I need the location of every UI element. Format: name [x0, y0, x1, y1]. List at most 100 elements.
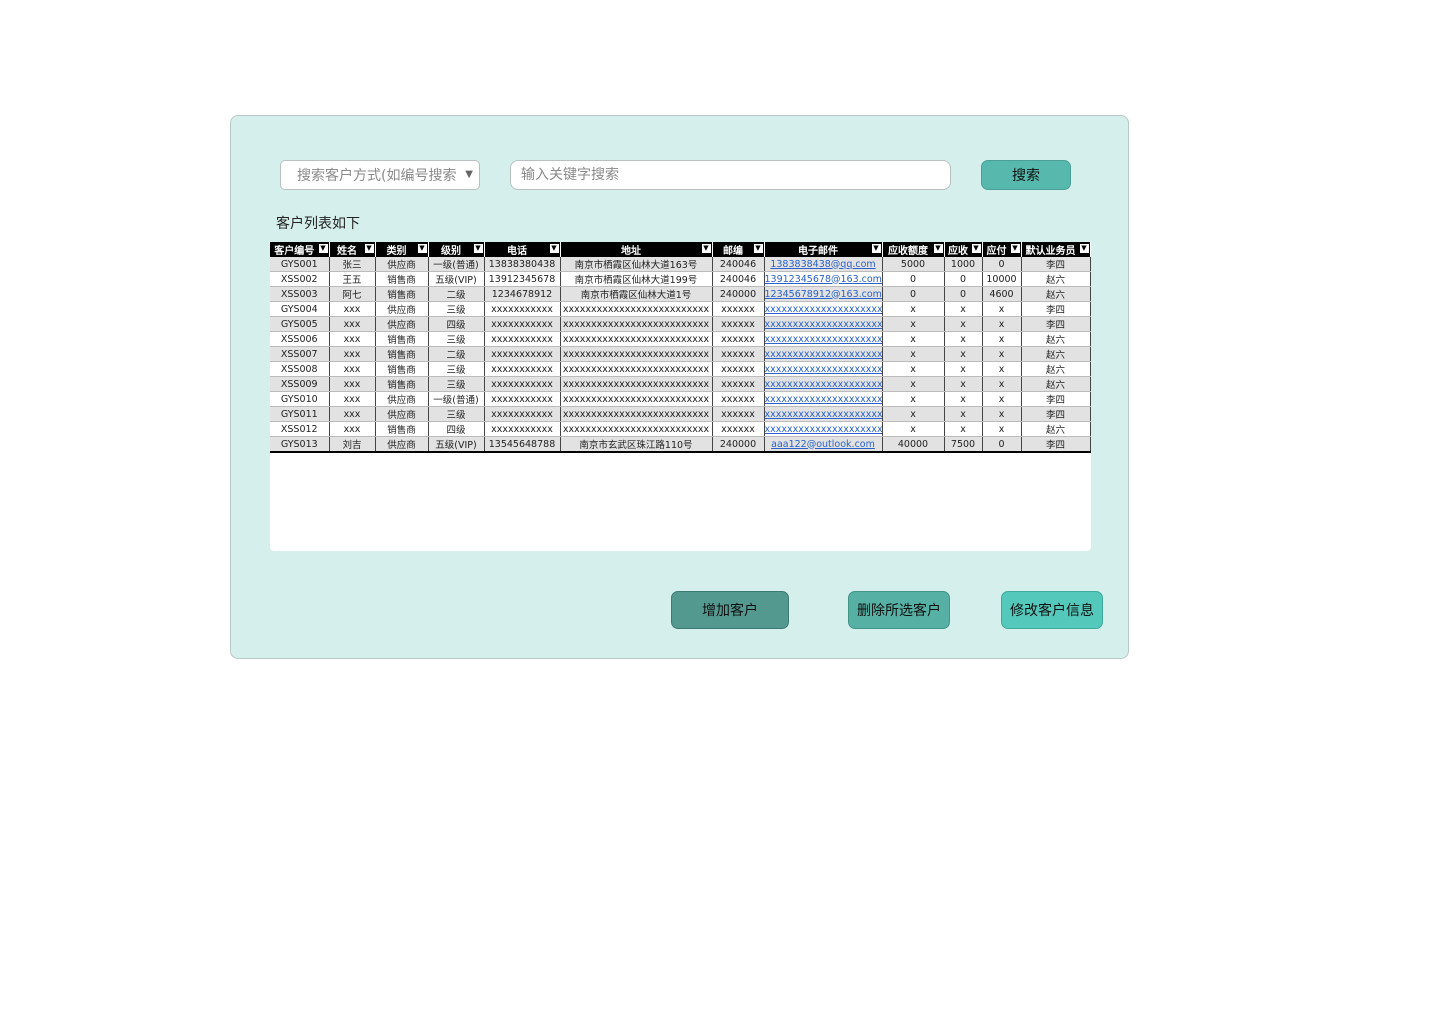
table-cell[interactable]: xxxxxxxxxxxxxxxxxxxxx: [764, 391, 883, 407]
table-cell[interactable]: aaa122@outlook.com: [764, 436, 883, 453]
table-row[interactable]: XSS006 xxx 销售商 三级 xxxxxxxxxxx xxxxxxxxxxxxxxx…: [270, 331, 1091, 347]
table-cell[interactable]: 12345678912@163.com: [764, 286, 883, 302]
table-cell: x: [882, 346, 945, 362]
table-cell: 王五: [329, 271, 376, 287]
table-cell: 供应商: [375, 391, 429, 407]
table-cell: 三级: [428, 331, 485, 347]
table-cell: 三级: [428, 361, 485, 377]
add-customer-button[interactable]: 增加客户: [671, 591, 789, 629]
filter-dropdown-icon[interactable]: ▼: [417, 244, 427, 253]
table-row[interactable]: XSS009 xxx 销售商 三级 xxxxxxxxxxx xxxxxxxxxxxxxxx…: [270, 376, 1091, 392]
filter-dropdown-icon[interactable]: ▼: [1010, 244, 1020, 253]
column-header-label: 电子邮件: [798, 246, 838, 257]
filter-dropdown-icon[interactable]: ▼: [753, 244, 763, 253]
column-header-label: 默认业务员: [1025, 246, 1076, 257]
table-cell: 二级: [428, 286, 485, 302]
table-cell[interactable]: xxxxxxxxxxxxxxxxxxxxx: [764, 376, 883, 392]
table-cell[interactable]: xxxxxxxxxxxxxxxxxxxxx: [764, 361, 883, 377]
table-row[interactable]: XSS003 阿七 销售商 二级 1234678912 南京市栖霞区仙林大道1号 24000…: [270, 286, 1091, 302]
filter-dropdown-icon[interactable]: ▼: [473, 244, 483, 253]
filter-dropdown-icon[interactable]: ▼: [1079, 244, 1089, 253]
search-button[interactable]: 搜索: [981, 160, 1071, 190]
table-cell: x: [944, 421, 983, 437]
table-row[interactable]: XSS008 xxx 销售商 三级 xxxxxxxxxxx xxxxxxxxxxxxxxx…: [270, 361, 1091, 377]
table-cell: 销售商: [375, 361, 429, 377]
table-cell: GYS004: [270, 301, 330, 317]
table-cell: 1000: [944, 257, 983, 272]
table-cell: xxxxxxxxxxx: [484, 301, 561, 317]
table-row[interactable]: XSS012 xxx 销售商 四级 xxxxxxxxxxx xxxxxxxxxxxxxxx…: [270, 421, 1091, 437]
delete-customer-button[interactable]: 删除所选客户: [848, 591, 950, 629]
table-cell: xxx: [329, 346, 376, 362]
table-cell: x: [944, 316, 983, 332]
table-row[interactable]: GYS005 xxx 供应商 四级 xxxxxxxxxxx xxxxxxxxxxxxxxx…: [270, 316, 1091, 332]
table-row[interactable]: GYS011 xxx 供应商 三级 xxxxxxxxxxx xxxxxxxxxxxxxxx…: [270, 406, 1091, 422]
table-cell: 1234678912: [484, 286, 561, 302]
table-cell: GYS010: [270, 391, 330, 407]
table-cell: 五级(VIP): [428, 436, 485, 453]
table-cell: x: [882, 316, 945, 332]
table-cell: xxx: [329, 361, 376, 377]
column-header[interactable]: 默认业务员 ▼: [1021, 242, 1091, 257]
column-header-label: 级别: [441, 246, 461, 257]
table-cell: xxx: [329, 421, 376, 437]
table-cell: 李四: [1021, 301, 1091, 317]
customer-sheet: 客户编号 ▼ 姓名 ▼ 类别 ▼ 级别 ▼ 电话 ▼ 地址 ▼ 邮编 ▼ 电子邮件 ▼ 应收额度 ▼ 应收 ▼ 应付 ▼ 默…: [270, 242, 1091, 551]
column-header[interactable]: 电话 ▼: [484, 242, 561, 257]
table-cell: 李四: [1021, 436, 1091, 453]
table-cell: xxxxxxxxxxx: [484, 391, 561, 407]
table-cell: 四级: [428, 421, 485, 437]
column-header[interactable]: 应收额度 ▼: [882, 242, 945, 257]
table-cell: 李四: [1021, 257, 1091, 272]
table-row[interactable]: GYS004 xxx 供应商 三级 xxxxxxxxxxx xxxxxxxxxxxxxxx…: [270, 301, 1091, 317]
table-cell: 赵六: [1021, 421, 1091, 437]
table-cell[interactable]: xxxxxxxxxxxxxxxxxxxxx: [764, 316, 883, 332]
filter-dropdown-icon[interactable]: ▼: [971, 244, 981, 253]
table-cell: GYS011: [270, 406, 330, 422]
table-row[interactable]: XSS007 xxx 销售商 二级 xxxxxxxxxxx xxxxxxxxxxxxxxx…: [270, 346, 1091, 362]
table-header-row: 客户编号 ▼ 姓名 ▼ 类别 ▼ 级别 ▼ 电话 ▼ 地址 ▼ 邮编 ▼ 电子邮件 ▼ 应收额度 ▼ 应收 ▼ 应付 ▼ 默…: [270, 242, 1091, 257]
table-row[interactable]: XSS002 王五 销售商 五级(VIP) 13912345678 南京市栖霞区仙林大道1…: [270, 271, 1091, 287]
table-cell[interactable]: xxxxxxxxxxxxxxxxxxxxx: [764, 406, 883, 422]
table-cell: xxxxxx: [712, 376, 765, 392]
table-cell[interactable]: xxxxxxxxxxxxxxxxxxxxx: [764, 421, 883, 437]
keyword-search-input[interactable]: [510, 160, 951, 190]
column-header[interactable]: 地址 ▼: [560, 242, 713, 257]
search-method-select[interactable]: 搜索客户方式(如编号搜索 ▼: [280, 160, 480, 190]
table-cell: x: [944, 406, 983, 422]
table-cell: 赵六: [1021, 376, 1091, 392]
filter-dropdown-icon[interactable]: ▼: [701, 244, 711, 253]
column-header[interactable]: 级别 ▼: [428, 242, 485, 257]
filter-dropdown-icon[interactable]: ▼: [364, 244, 374, 253]
table-cell: XSS007: [270, 346, 330, 362]
table-cell[interactable]: 13912345678@163.com: [764, 271, 883, 287]
column-header[interactable]: 姓名 ▼: [329, 242, 376, 257]
table-cell: 张三: [329, 257, 376, 272]
column-header[interactable]: 电子邮件 ▼: [764, 242, 883, 257]
column-header[interactable]: 邮编 ▼: [712, 242, 765, 257]
table-cell[interactable]: xxxxxxxxxxxxxxxxxxxxx: [764, 301, 883, 317]
column-header[interactable]: 客户编号 ▼: [270, 242, 330, 257]
dropdown-arrow-icon: ▼: [465, 169, 473, 180]
table-cell: x: [882, 391, 945, 407]
filter-dropdown-icon[interactable]: ▼: [318, 244, 328, 253]
column-header[interactable]: 应收 ▼: [944, 242, 983, 257]
table-row[interactable]: GYS013 刘吉 供应商 五级(VIP) 13545648788 南京市玄武区珠江路11…: [270, 436, 1091, 453]
column-header[interactable]: 类别 ▼: [375, 242, 429, 257]
filter-dropdown-icon[interactable]: ▼: [933, 244, 943, 253]
filter-dropdown-icon[interactable]: ▼: [549, 244, 559, 253]
table-cell[interactable]: xxxxxxxxxxxxxxxxxxxxx: [764, 331, 883, 347]
table-cell[interactable]: 1383838438@qq.com: [764, 257, 883, 272]
table-cell: x: [944, 301, 983, 317]
column-header[interactable]: 应付 ▼: [982, 242, 1022, 257]
table-cell[interactable]: xxxxxxxxxxxxxxxxxxxxx: [764, 346, 883, 362]
table-cell: x: [982, 361, 1022, 377]
table-row[interactable]: GYS010 xxx 供应商 一级(普通) xxxxxxxxxxx xxxxxxxxxxx…: [270, 391, 1091, 407]
column-header-label: 邮编: [723, 246, 743, 257]
table-cell: 0: [982, 436, 1022, 453]
filter-dropdown-icon[interactable]: ▼: [871, 244, 881, 253]
table-cell: x: [944, 331, 983, 347]
table-row[interactable]: GYS001 张三 供应商 一级(普通) 13838380438 南京市栖霞区仙林大道16…: [270, 257, 1091, 272]
table-cell: xxxxxxxxxxx: [484, 316, 561, 332]
edit-customer-button[interactable]: 修改客户信息: [1001, 591, 1103, 629]
